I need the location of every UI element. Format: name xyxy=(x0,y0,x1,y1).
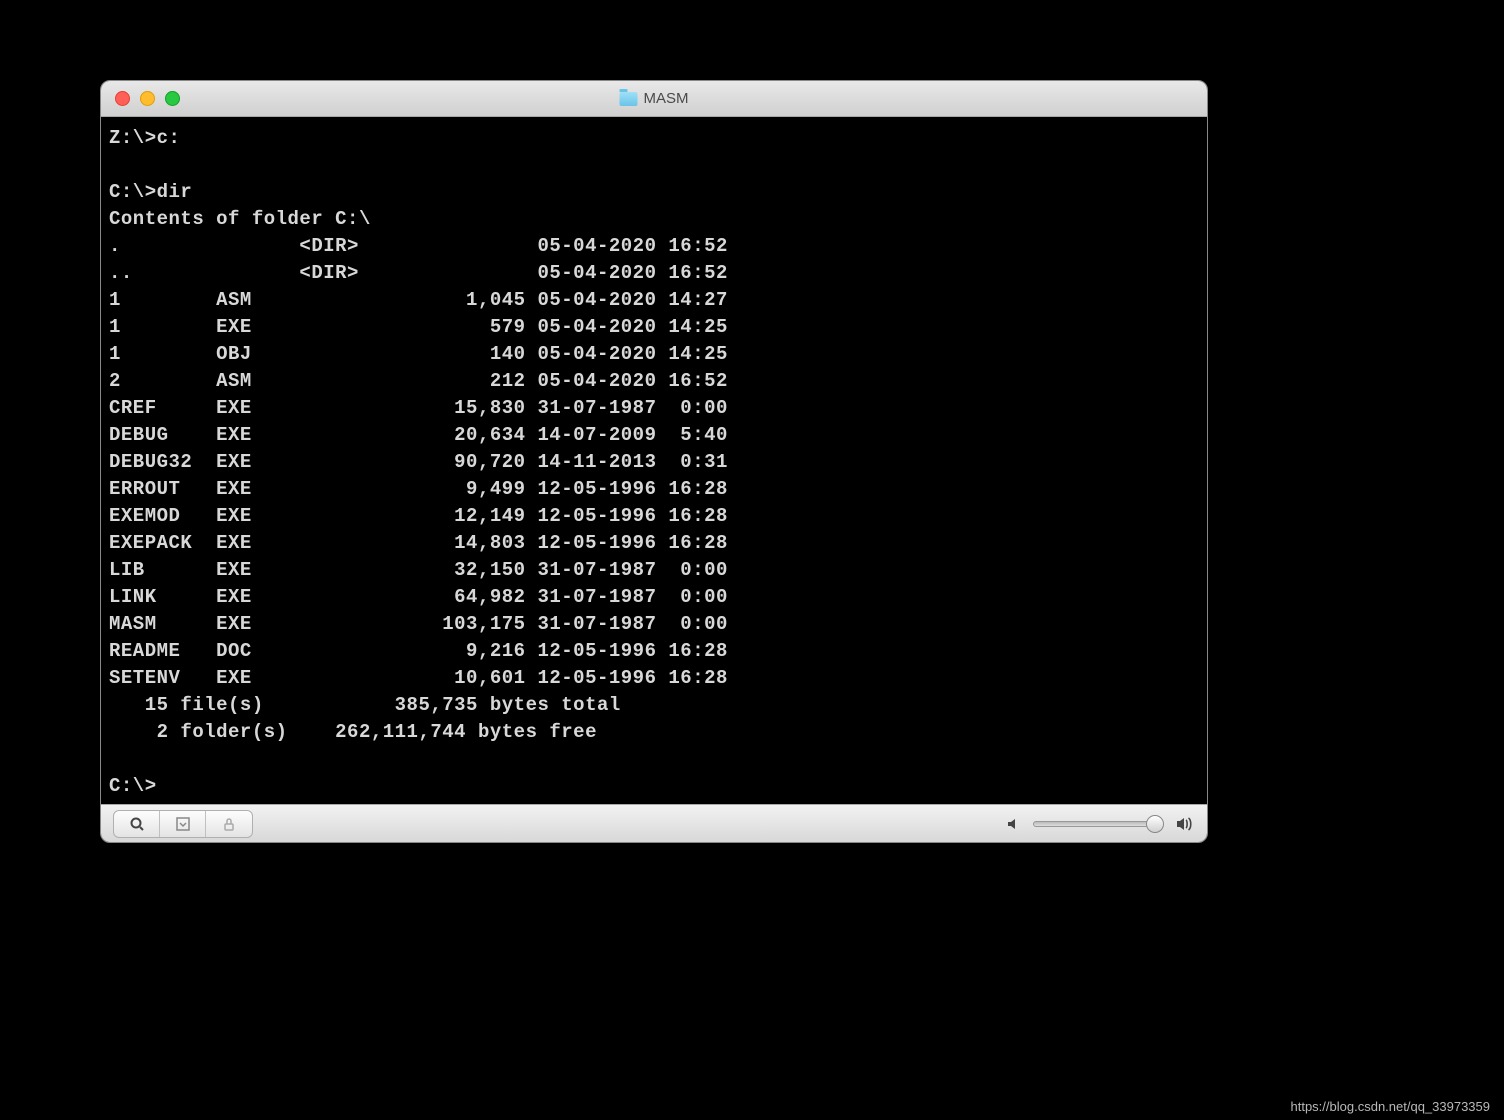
folder-icon xyxy=(620,92,638,106)
lock-icon xyxy=(221,816,237,832)
volume-knob[interactable] xyxy=(1146,815,1164,833)
bottom-toolbar xyxy=(101,804,1207,842)
volume-control xyxy=(1005,815,1195,833)
window-title-area: MASM xyxy=(620,90,689,107)
chevron-down-icon xyxy=(175,816,191,832)
titlebar[interactable]: MASM xyxy=(101,81,1207,117)
search-icon xyxy=(129,816,145,832)
volume-slider[interactable] xyxy=(1033,821,1163,827)
search-button[interactable] xyxy=(114,811,160,837)
speaker-low-icon xyxy=(1005,816,1021,832)
speaker-high-icon xyxy=(1175,815,1195,833)
lock-button[interactable] xyxy=(206,811,252,837)
window-title: MASM xyxy=(644,90,689,107)
dropdown-button[interactable] xyxy=(160,811,206,837)
terminal-output[interactable]: Z:\>c: C:\>dir Contents of folder C:\ . … xyxy=(101,117,1207,804)
traffic-lights xyxy=(115,91,180,106)
minimize-button[interactable] xyxy=(140,91,155,106)
close-button[interactable] xyxy=(115,91,130,106)
zoom-button[interactable] xyxy=(165,91,180,106)
watermark: https://blog.csdn.net/qq_33973359 xyxy=(1291,1099,1491,1114)
toolbar-buttons xyxy=(113,810,253,838)
app-window: MASM Z:\>c: C:\>dir Contents of folder C… xyxy=(100,80,1208,843)
